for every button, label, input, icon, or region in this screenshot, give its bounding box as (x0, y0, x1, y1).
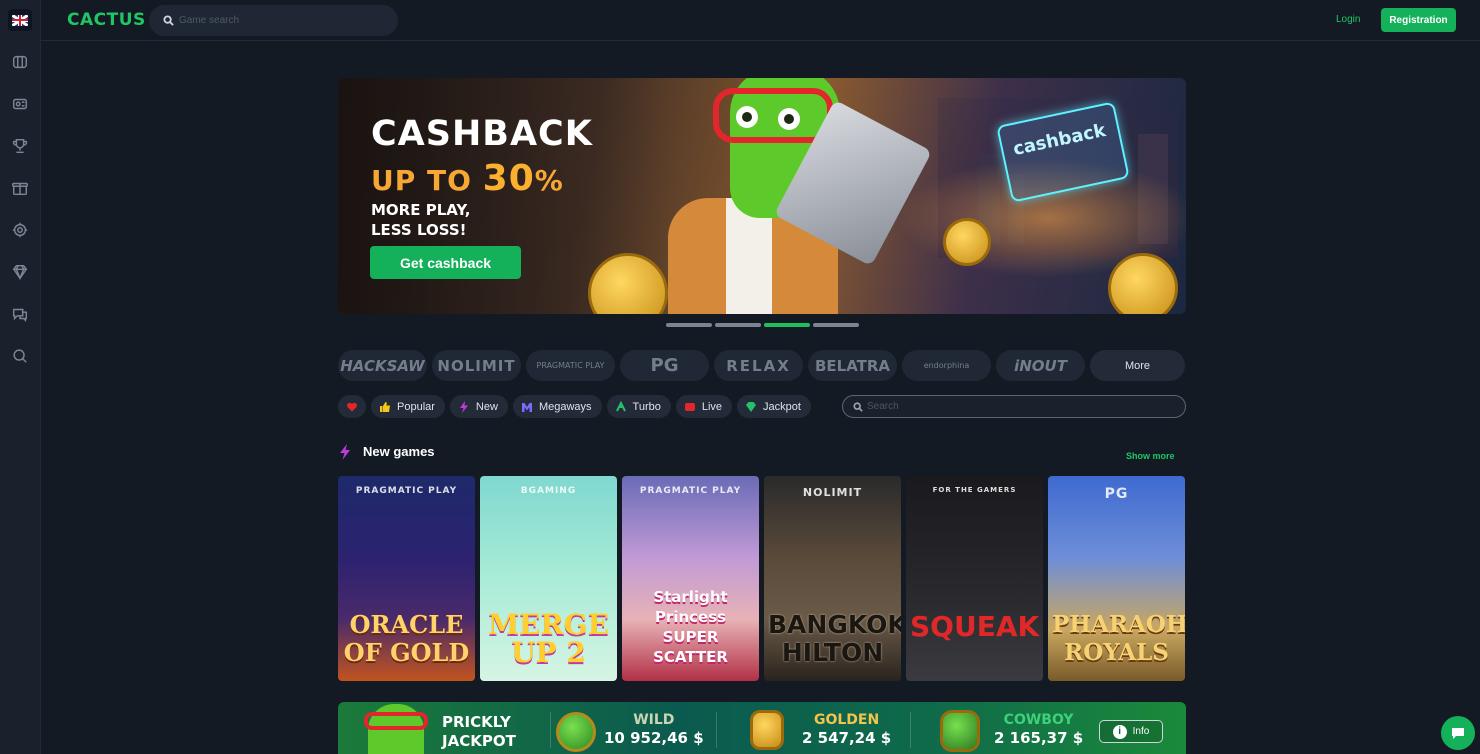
provider-nolimit[interactable]: NOLIMIT (432, 350, 521, 381)
coin-icon (943, 218, 991, 266)
support-chat-button[interactable] (1441, 716, 1475, 750)
jackpot-banner: PRICKLY JACKPOT WILD 10 952,46 $ GOLDEN … (338, 702, 1186, 754)
language-selector[interactable] (8, 9, 32, 31)
game-card[interactable]: FOR THE GAMERS SQUEAK (906, 476, 1043, 681)
chat-bubbles-icon[interactable] (10, 304, 30, 324)
game-title: BANGKOK HILTON (768, 610, 901, 667)
carousel-dot[interactable] (715, 323, 761, 327)
megaways-icon (521, 402, 532, 412)
cashback-banner[interactable]: cashback CASHBACK UP TO 30% MORE PLAY, L… (338, 78, 1186, 314)
provider-inout[interactable]: iNOUT (996, 350, 1085, 381)
popular-filter[interactable]: Popular (371, 395, 445, 418)
game-card[interactable]: PRAGMATIC PLAY ORACLE OF GOLD (338, 476, 475, 681)
game-provider: PRAGMATIC PLAY (355, 486, 458, 496)
megaways-filter[interactable]: Megaways (512, 395, 602, 418)
section-title: New games (363, 444, 435, 459)
game-title: SQUEAK (910, 610, 1040, 643)
get-cashback-button[interactable]: Get cashback (370, 246, 521, 279)
banner-tagline: MORE PLAY, LESS LOSS! (371, 201, 471, 239)
info-icon: i (1112, 724, 1127, 739)
game-title: Starlight Princess SUPER SCATTER (653, 588, 728, 666)
provider-pg[interactable]: PG (620, 350, 709, 381)
game-provider: NOLIMIT (802, 486, 863, 499)
jackpot-tier-cowboy: COWBOY 2 165,37 $ (994, 712, 1084, 747)
game-search[interactable] (149, 5, 398, 36)
search-icon[interactable] (10, 346, 30, 366)
wild-jackpot-icon (556, 712, 596, 752)
sidebar (0, 0, 41, 754)
game-provider: BGAMING (520, 486, 577, 496)
show-more-link[interactable]: Show more (1126, 451, 1175, 461)
live-filter[interactable]: Live (675, 395, 733, 418)
filter-search[interactable] (842, 395, 1186, 418)
carousel-dot[interactable] (813, 323, 859, 327)
category-filters: Popular New Megaways Turbo Live Jackpot (338, 395, 811, 418)
lightning-icon (340, 444, 350, 460)
game-card[interactable]: NOLIMIT BANGKOK HILTON (764, 476, 901, 681)
banner-title: CASHBACK (371, 114, 593, 154)
game-provider: FOR THE GAMERS (932, 486, 1017, 494)
provider-list: HACKSAW NOLIMIT PRAGMATIC PLAY PG RELAX … (338, 350, 1185, 381)
slot-machine-icon[interactable] (10, 52, 30, 72)
heart-icon (347, 402, 357, 411)
jackpot-icon (746, 401, 757, 412)
provider-pragmatic-play[interactable]: PRAGMATIC PLAY (526, 350, 615, 381)
turbo-icon (615, 400, 626, 411)
provider-endorphina[interactable]: endorphina (902, 350, 991, 381)
provider-hacksaw[interactable]: HACKSAW (338, 350, 427, 381)
search-icon (163, 15, 174, 26)
search-icon (853, 401, 863, 412)
carousel-dot[interactable] (666, 323, 712, 327)
live-casino-icon[interactable] (10, 94, 30, 114)
game-title: ORACLE OF GOLD (343, 610, 470, 667)
cactus-logo[interactable]: CACTUS (67, 10, 146, 30)
jackpot-tier-golden: GOLDEN 2 547,24 $ (802, 712, 892, 747)
carousel-dot-active[interactable] (764, 323, 810, 327)
new-games-list: PRAGMATIC PLAY ORACLE OF GOLD BGAMING ME… (338, 476, 1185, 681)
jackpot-info-button[interactable]: i Info (1099, 720, 1163, 743)
chat-icon (1452, 728, 1464, 739)
live-icon (684, 402, 695, 411)
loyalty-icon[interactable] (10, 220, 30, 240)
golden-jackpot-icon (750, 710, 784, 750)
trophy-icon[interactable] (10, 136, 30, 156)
coin-icon (1108, 253, 1178, 314)
filter-search-input[interactable] (867, 401, 1167, 412)
game-title: MERGE UP 2 (488, 608, 609, 669)
gift-icon[interactable] (10, 178, 30, 198)
registration-button[interactable]: Registration (1381, 8, 1456, 32)
game-title: PHARAOH ROYALS (1052, 611, 1185, 666)
diamond-icon[interactable] (10, 262, 30, 282)
jackpot-name: PRICKLY JACKPOT (442, 713, 516, 750)
jackpot-filter[interactable]: Jackpot (737, 395, 811, 418)
top-header: CACTUS Login Registration (41, 0, 1480, 41)
favorites-filter[interactable] (338, 395, 366, 418)
providers-more-button[interactable]: More (1090, 350, 1185, 381)
game-card[interactable]: BGAMING MERGE UP 2 (480, 476, 617, 681)
cowboy-jackpot-icon (940, 710, 980, 752)
provider-belatra[interactable]: BELATRA (808, 350, 897, 381)
game-provider: PG (1104, 486, 1129, 502)
new-filter[interactable]: New (449, 395, 508, 418)
jackpot-tier-wild: WILD 10 952,46 $ (604, 712, 704, 747)
game-card[interactable]: PRAGMATIC PLAY Starlight Princess SUPER … (622, 476, 759, 681)
game-search-input[interactable] (179, 15, 379, 26)
uk-flag-icon (12, 14, 28, 26)
carousel-indicators (666, 323, 859, 327)
game-provider: PRAGMATIC PLAY (639, 486, 742, 496)
banner-subtitle: UP TO 30% (371, 158, 564, 199)
game-card[interactable]: PG PHARAOH ROYALS (1048, 476, 1185, 681)
login-link[interactable]: Login (1336, 14, 1360, 25)
provider-relax[interactable]: RELAX (714, 350, 803, 381)
turbo-filter[interactable]: Turbo (606, 395, 671, 418)
thumbs-up-icon (380, 401, 390, 412)
lightning-icon (459, 400, 468, 413)
